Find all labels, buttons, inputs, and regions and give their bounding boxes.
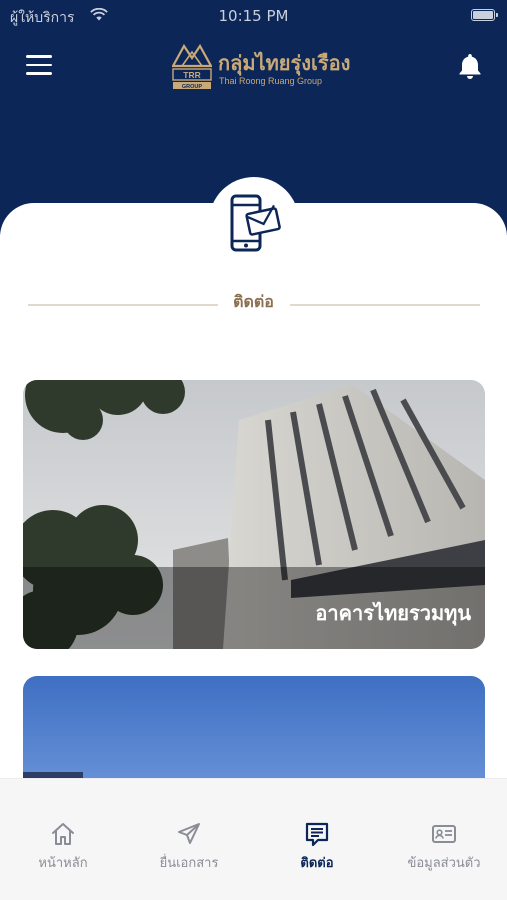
- section-title: ติดต่อ: [233, 292, 274, 311]
- brand-logo: TRR GROUP กลุ่มไทยรุ่งเรือง Thai Roong R…: [172, 42, 350, 92]
- trr-logo-mark-icon: TRR GROUP: [172, 43, 212, 90]
- tab-profile[interactable]: ข้อมูลส่วนตัว: [381, 779, 507, 900]
- tab-label: ติดต่อ: [300, 856, 334, 871]
- tab-label: ข้อมูลส่วนตัว: [407, 856, 481, 871]
- logo-name-thai: กลุ่มไทยรุ่งเรือง: [218, 51, 351, 75]
- bell-icon: [459, 54, 481, 79]
- home-icon: [52, 823, 74, 845]
- hamburger-menu-icon: [26, 55, 52, 58]
- section-divider-right: [290, 304, 480, 306]
- tab-home[interactable]: หน้าหลัก: [0, 779, 126, 900]
- tab-label: ยื่นเอกสาร: [159, 856, 219, 871]
- notification-button[interactable]: [457, 52, 483, 80]
- battery-icon: [471, 9, 498, 21]
- phone-mail-icon: [230, 194, 281, 252]
- tab-contact[interactable]: ติดต่อ: [254, 779, 380, 900]
- id-card-icon: [432, 825, 456, 843]
- tab-submit-documents[interactable]: ยื่นเอกสาร: [126, 779, 252, 900]
- svg-text:TRR: TRR: [183, 70, 200, 80]
- status-bar: ผู้ให้บริการ 10:15 PM: [0, 0, 507, 30]
- card-title: อาคารไทยรวมทุน: [315, 601, 471, 625]
- svg-text:GROUP: GROUP: [182, 84, 203, 90]
- bottom-tab-bar: หน้าหลัก ยื่นเอกสาร ติดต่อ ข้อมูลส่วนตัว: [0, 778, 507, 900]
- status-time: 10:15 PM: [218, 7, 289, 25]
- send-icon: [178, 823, 200, 844]
- message-icon: [305, 822, 329, 847]
- location-card[interactable]: อาคารไทยรวมทุน: [23, 380, 485, 649]
- menu-button[interactable]: [26, 55, 52, 77]
- tab-label: หน้าหลัก: [38, 856, 88, 871]
- logo-name-english: Thai Roong Ruang Group: [219, 76, 323, 86]
